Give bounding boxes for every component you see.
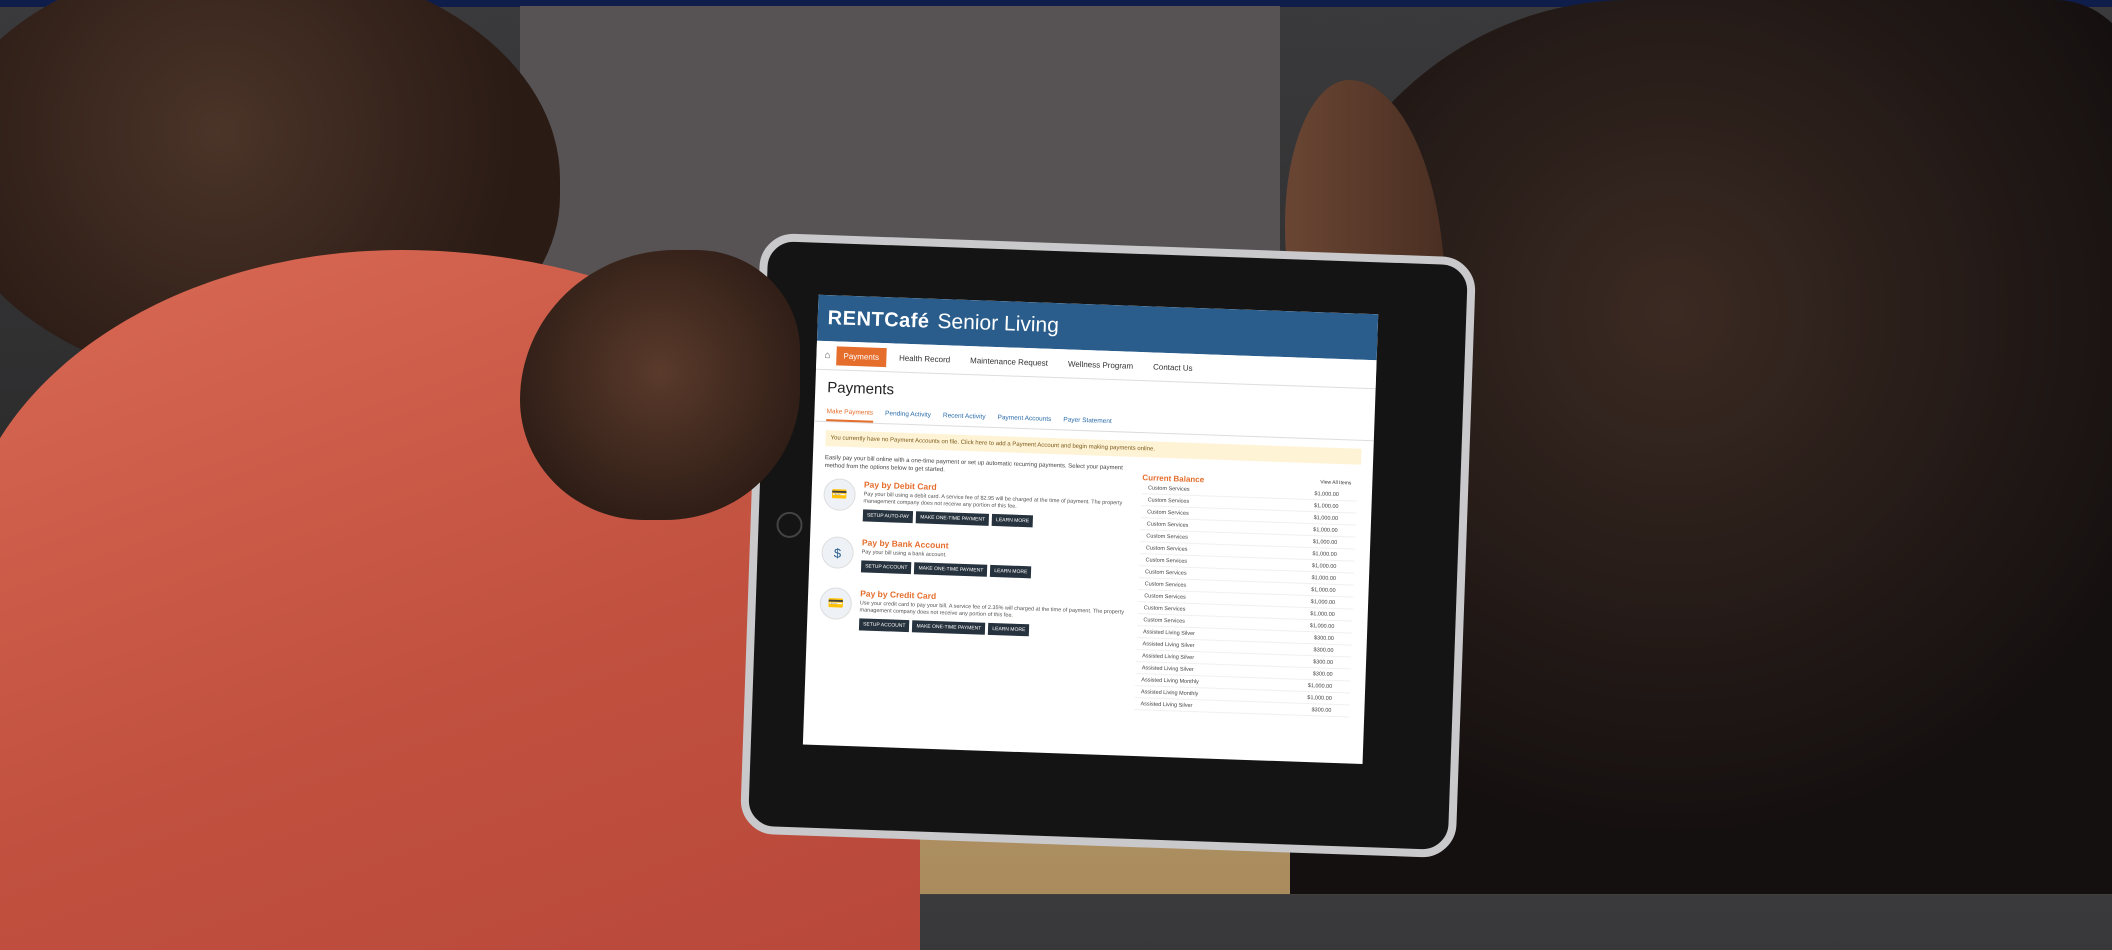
balance-label: Assisted Living Monthly	[1140, 688, 1199, 697]
balance-label: Custom Services	[1143, 616, 1186, 625]
balance-amount: $1,000.00	[1311, 574, 1337, 582]
make-one-time-payment-button[interactable]: MAKE ONE-TIME PAYMENT	[916, 511, 990, 526]
balance-label: Custom Services	[1144, 580, 1187, 589]
home-icon[interactable]: ⌂	[824, 349, 830, 360]
balance-amount: $1,000.00	[1309, 622, 1335, 630]
balance-label: Assisted Living Monthly	[1141, 676, 1199, 685]
credit-card-icon: 💳	[819, 586, 853, 621]
setup-autopay-button[interactable]: SETUP AUTO-PAY	[862, 509, 914, 524]
nav-item-payments[interactable]: Payments	[836, 345, 887, 367]
balance-label: Custom Services	[1147, 508, 1189, 517]
balance-label: Custom Services	[1144, 568, 1187, 577]
balance-label: Assisted Living Silver	[1141, 664, 1194, 673]
nav-item-wellness-program[interactable]: Wellness Program	[1061, 354, 1141, 376]
main-content: Easily pay your bill online with a one-t…	[804, 454, 1372, 718]
tab-pending-activity[interactable]: Pending Activity	[885, 410, 931, 425]
brand-name: Senior Living	[937, 309, 1060, 338]
balance-label: Assisted Living Silver	[1142, 628, 1196, 637]
balance-list: Custom Services $1,000.00 Custom Services $…	[1134, 482, 1358, 718]
balance-amount: $1,000.00	[1313, 514, 1339, 522]
tab-payer-statement[interactable]: Payer Statement	[1063, 416, 1112, 431]
balance-amount: $1,000.00	[1310, 598, 1336, 606]
balance-label: Custom Services	[1143, 604, 1186, 613]
nav-item-contact-us[interactable]: Contact Us	[1146, 357, 1200, 378]
debit-card-icon: 💳	[823, 478, 857, 512]
rentcafe-logo[interactable]: RENTCafé	[827, 307, 930, 334]
nav-item-health-record[interactable]: Health Record	[892, 348, 958, 369]
learn-more-button[interactable]: LEARN MORE	[991, 513, 1034, 528]
balance-label: Custom Services	[1147, 484, 1190, 493]
balance-amount: $1,000.00	[1311, 562, 1337, 570]
current-balance-panel: Current Balance View All Items Custom Se…	[1134, 465, 1358, 718]
balance-label: Assisted Living Silver	[1142, 652, 1195, 661]
balance-amount: $1,000.00	[1312, 538, 1338, 546]
balance-amount: $300.00	[1311, 706, 1332, 714]
make-one-time-payment-button[interactable]: MAKE ONE-TIME PAYMENT	[912, 620, 986, 635]
balance-amount: $1,000.00	[1307, 694, 1332, 702]
balance-amount: $1,000.00	[1310, 610, 1335, 618]
balance-label: Custom Services	[1147, 496, 1190, 505]
balance-amount: $300.00	[1313, 634, 1334, 642]
tablet-home-button[interactable]	[776, 511, 803, 539]
tablet-device: RENTCafé Senior Living ⌂ Payments Health…	[739, 232, 1477, 859]
balance-label: Custom Services	[1146, 520, 1189, 529]
bank-icon: $	[821, 536, 855, 570]
balance-amount: $1,000.00	[1311, 586, 1336, 594]
balance-amount: $300.00	[1313, 658, 1334, 666]
balance-label: Custom Services	[1146, 532, 1189, 541]
learn-more-button[interactable]: LEARN MORE	[990, 564, 1032, 579]
tab-make-payments[interactable]: Make Payments	[826, 408, 874, 423]
balance-amount: $1,000.00	[1307, 682, 1333, 690]
balance-label: Assisted Living Silver	[1142, 640, 1195, 649]
pay-option-credit: 💳 Pay by Credit Card Use your credit car…	[807, 579, 1139, 648]
learn-more-button[interactable]: LEARN MORE	[988, 622, 1030, 637]
tab-payment-accounts[interactable]: Payment Accounts	[997, 414, 1051, 429]
balance-label: Custom Services	[1144, 592, 1186, 601]
tab-recent-activity[interactable]: Recent Activity	[943, 412, 986, 426]
setup-account-button[interactable]: SETUP ACCOUNT	[858, 618, 910, 633]
balance-label: Custom Services	[1145, 556, 1188, 565]
balance-label: Assisted Living Silver	[1140, 700, 1193, 709]
balance-amount: $1,000.00	[1313, 502, 1339, 510]
balance-amount: $1,000.00	[1312, 550, 1337, 558]
balance-amount: $1,000.00	[1314, 490, 1340, 498]
balance-amount: $1,000.00	[1313, 526, 1338, 534]
payment-options-column: Easily pay your bill online with a one-t…	[804, 454, 1142, 710]
balance-amount: $300.00	[1312, 670, 1333, 678]
balance-label: Custom Services	[1145, 544, 1188, 553]
view-all-link[interactable]: View All Items	[1320, 479, 1351, 489]
make-one-time-payment-button[interactable]: MAKE ONE-TIME PAYMENT	[914, 562, 988, 577]
setup-account-button[interactable]: SETUP ACCOUNT	[860, 560, 912, 575]
tablet-screen: RENTCafé Senior Living ⌂ Payments Health…	[802, 294, 1379, 765]
nav-item-maintenance-request[interactable]: Maintenance Request	[963, 350, 1055, 372]
balance-amount: $300.00	[1313, 646, 1334, 654]
